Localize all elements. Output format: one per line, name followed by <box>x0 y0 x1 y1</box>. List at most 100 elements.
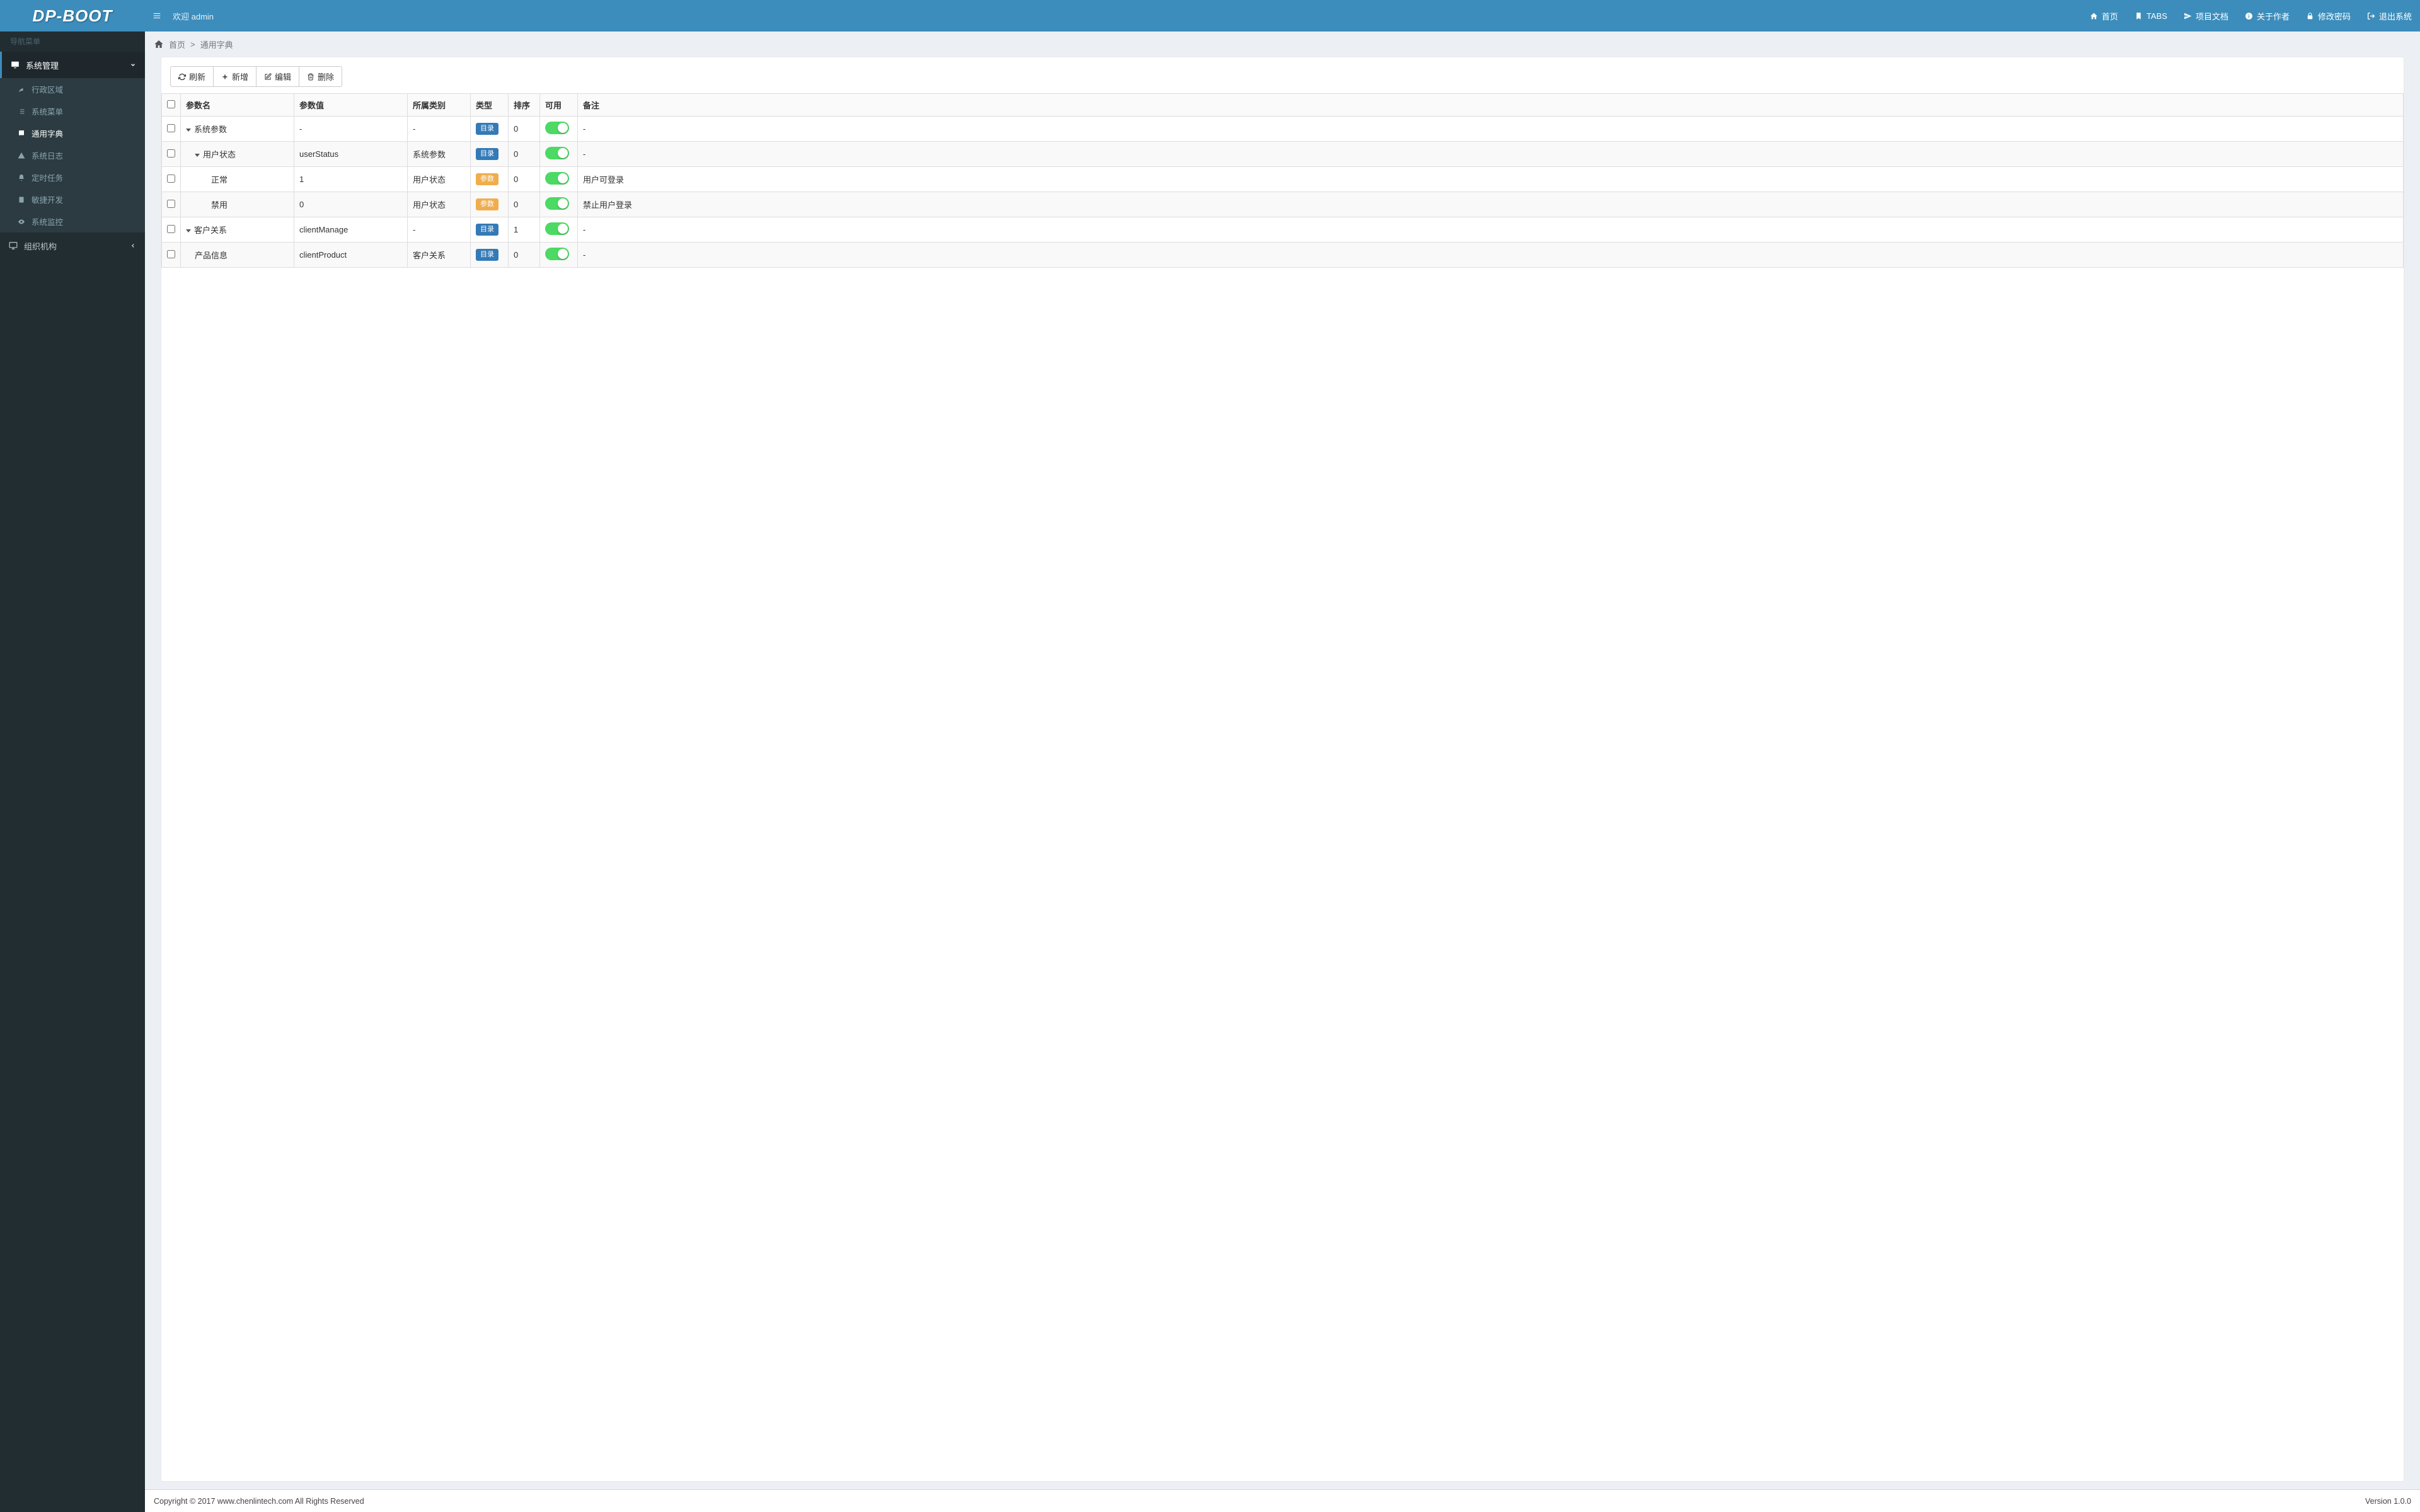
cell-value: 0 <box>294 192 408 217</box>
cell-enable <box>540 142 578 167</box>
enable-toggle[interactable] <box>545 197 569 210</box>
type-badge: 参数 <box>476 173 498 185</box>
row-checkbox[interactable] <box>167 124 175 132</box>
header-nav: 首页 TABS 项目文档 关于作者 修改密码 退出系统 <box>2082 0 2420 32</box>
nav-password[interactable]: 修改密码 <box>2298 0 2359 32</box>
delete-button[interactable]: 删除 <box>299 66 342 87</box>
cell-type: 参数 <box>471 192 509 217</box>
cell-enable <box>540 217 578 243</box>
sidebar-item-dict[interactable]: 通用字典 <box>0 122 145 144</box>
nav-about[interactable]: 关于作者 <box>2237 0 2298 32</box>
type-badge: 参数 <box>476 198 498 210</box>
cell-check <box>162 117 181 142</box>
cell-remark: - <box>578 243 2404 268</box>
th-remark[interactable]: 备注 <box>578 94 2404 117</box>
sidebar-item-label: 系统管理 <box>26 59 59 71</box>
edit-label: 编辑 <box>275 71 291 83</box>
nav-tabs[interactable]: TABS <box>2126 0 2175 32</box>
table-header-row: 参数名 参数值 所属类别 类型 排序 可用 备注 <box>162 94 2404 117</box>
add-button[interactable]: 新增 <box>213 66 256 87</box>
nav-docs-label: 项目文档 <box>2196 10 2228 22</box>
refresh-button[interactable]: 刷新 <box>170 66 214 87</box>
row-name: 用户状态 <box>203 150 236 159</box>
row-checkbox[interactable] <box>167 175 175 183</box>
table-row[interactable]: 系统参数--目录0- <box>162 117 2404 142</box>
row-checkbox[interactable] <box>167 250 175 258</box>
enable-toggle[interactable] <box>545 172 569 185</box>
th-sort[interactable]: 排序 <box>509 94 540 117</box>
cell-sort: 0 <box>509 243 540 268</box>
brand-text: DP-BOOT <box>33 6 113 26</box>
cell-type: 目录 <box>471 243 509 268</box>
sidebar-item-region[interactable]: 行政区域 <box>0 78 145 100</box>
tree-toggle-icon[interactable] <box>186 229 191 232</box>
edit-button[interactable]: 编辑 <box>256 66 299 87</box>
sidebar-item-menu[interactable]: 系统菜单 <box>0 100 145 122</box>
th-name[interactable]: 参数名 <box>181 94 294 117</box>
breadcrumb-home[interactable]: 首页 <box>169 38 185 50</box>
nav-docs[interactable]: 项目文档 <box>2175 0 2237 32</box>
enable-toggle[interactable] <box>545 222 569 235</box>
nav-password-label: 修改密码 <box>2318 10 2351 22</box>
trash-icon <box>307 73 314 81</box>
th-value[interactable]: 参数值 <box>294 94 408 117</box>
enable-toggle[interactable] <box>545 248 569 260</box>
th-type[interactable]: 类型 <box>471 94 509 117</box>
logout-icon <box>2367 12 2375 20</box>
cell-enable <box>540 243 578 268</box>
desktop-icon <box>11 60 20 69</box>
brand-logo[interactable]: DP-BOOT <box>0 0 145 32</box>
table-row[interactable]: 产品信息clientProduct客户关系目录0- <box>162 243 2404 268</box>
cell-name: 客户关系 <box>181 217 294 243</box>
tree-toggle-icon[interactable] <box>186 129 191 132</box>
nav-logout[interactable]: 退出系统 <box>2359 0 2420 32</box>
cell-sort: 0 <box>509 117 540 142</box>
enable-toggle[interactable] <box>545 122 569 134</box>
sidebar-item-task[interactable]: 定时任务 <box>0 166 145 188</box>
sidebar-item-dev[interactable]: 敏捷开发 <box>0 188 145 210</box>
row-checkbox[interactable] <box>167 200 175 208</box>
home-icon[interactable] <box>154 39 164 49</box>
sidebar-item-label: 组织机构 <box>24 240 57 252</box>
cell-remark: - <box>578 142 2404 167</box>
cell-sort: 0 <box>509 192 540 217</box>
menu-toggle-icon[interactable] <box>153 11 161 20</box>
bell-icon <box>18 174 25 181</box>
breadcrumb: 首页 > 通用字典 <box>145 32 2420 57</box>
cell-name: 产品信息 <box>181 243 294 268</box>
row-checkbox[interactable] <box>167 225 175 233</box>
cell-check <box>162 192 181 217</box>
sidebar-item-system[interactable]: 系统管理 <box>0 52 145 78</box>
cell-value: - <box>294 117 408 142</box>
row-name: 客户关系 <box>194 226 227 235</box>
sidebar-item-org[interactable]: 组织机构 <box>0 232 145 259</box>
table-row[interactable]: 用户状态userStatus系统参数目录0- <box>162 142 2404 167</box>
enable-toggle[interactable] <box>545 147 569 159</box>
type-badge: 目录 <box>476 123 498 135</box>
cell-check <box>162 142 181 167</box>
header-left: 欢迎 admin <box>145 10 214 22</box>
check-all[interactable] <box>167 100 175 108</box>
sidebar-item-label: 通用字典 <box>32 127 63 139</box>
row-name: 禁用 <box>211 200 228 210</box>
cell-category: 用户状态 <box>408 192 471 217</box>
table-row[interactable]: 客户关系clientManage-目录1- <box>162 217 2404 243</box>
cell-check <box>162 217 181 243</box>
sidebar-item-label: 系统日志 <box>32 149 63 161</box>
table-row[interactable]: 禁用0用户状态参数0禁止用户登录 <box>162 192 2404 217</box>
cell-category: 用户状态 <box>408 167 471 192</box>
sidebar-item-log[interactable]: 系统日志 <box>0 144 145 166</box>
table-row[interactable]: 正常1用户状态参数0用户可登录 <box>162 167 2404 192</box>
nav-about-label: 关于作者 <box>2257 10 2290 22</box>
sidebar-item-label: 敏捷开发 <box>32 193 63 205</box>
sidebar-item-monitor[interactable]: 系统监控 <box>0 210 145 232</box>
cell-sort: 0 <box>509 167 540 192</box>
bookmark-icon <box>2135 12 2143 20</box>
th-enable[interactable]: 可用 <box>540 94 578 117</box>
row-checkbox[interactable] <box>167 149 175 158</box>
footer: Copyright © 2017 www.chenlintech.com All… <box>145 1489 2420 1512</box>
tree-toggle-icon[interactable] <box>195 154 200 157</box>
cell-value: userStatus <box>294 142 408 167</box>
th-category[interactable]: 所属类别 <box>408 94 471 117</box>
nav-home[interactable]: 首页 <box>2082 0 2126 32</box>
